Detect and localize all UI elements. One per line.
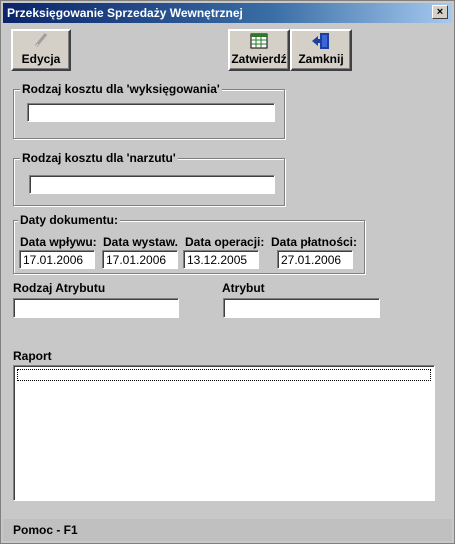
cost-out-label: Rodzaj kosztu dla 'wyksięgowania': [20, 82, 222, 96]
date-operation-field[interactable]: 13.12.2005: [183, 250, 259, 269]
confirm-button[interactable]: Zatwierdź: [228, 29, 290, 71]
title-bar: Przeksięgowanie Sprzedaży Wewnętrznej ×: [3, 3, 452, 23]
spreadsheet-icon: [250, 31, 268, 50]
edit-button[interactable]: Edycja: [11, 29, 71, 71]
exit-door-icon: [311, 31, 331, 50]
report-label: Raport: [13, 349, 52, 363]
cost-markup-label: Rodzaj kosztu dla 'narzutu': [20, 151, 178, 165]
dialog-window: Przeksięgowanie Sprzedaży Wewnętrznej × …: [0, 0, 455, 544]
close-window-button[interactable]: ×: [432, 5, 448, 19]
cost-markup-field[interactable]: [29, 175, 275, 194]
date-payment-label: Data płatności:: [271, 235, 358, 249]
date-payment-field[interactable]: 27.01.2006: [277, 250, 353, 269]
status-bar: Pomoc - F1: [3, 519, 452, 541]
attribute-label: Atrybut: [222, 281, 265, 295]
close-button[interactable]: Zamknij: [290, 29, 352, 71]
confirm-button-label: Zatwierdź: [231, 52, 287, 66]
date-received-label: Data wpływu:: [20, 235, 97, 249]
cost-out-field[interactable]: [27, 103, 275, 122]
date-issued-label: Data wystaw.: [103, 235, 178, 249]
attribute-type-label: Rodzaj Atrybutu: [13, 281, 106, 295]
attribute-field[interactable]: [223, 298, 380, 318]
dates-group-label: Daty dokumentu:: [18, 213, 121, 227]
date-operation-label: Data operacji:: [185, 235, 265, 249]
edit-button-label: Edycja: [21, 52, 61, 66]
help-hint: Pomoc - F1: [13, 523, 78, 537]
report-focus-row[interactable]: [17, 369, 431, 381]
date-received-field[interactable]: 17.01.2006: [19, 250, 95, 269]
close-button-label: Zamknij: [298, 52, 344, 66]
date-issued-field[interactable]: 17.01.2006: [102, 250, 178, 269]
window-title: Przeksięgowanie Sprzedaży Wewnętrznej: [7, 6, 243, 20]
report-list[interactable]: [13, 365, 435, 501]
attribute-type-field[interactable]: [13, 298, 179, 318]
pencil-icon: [31, 30, 51, 50]
